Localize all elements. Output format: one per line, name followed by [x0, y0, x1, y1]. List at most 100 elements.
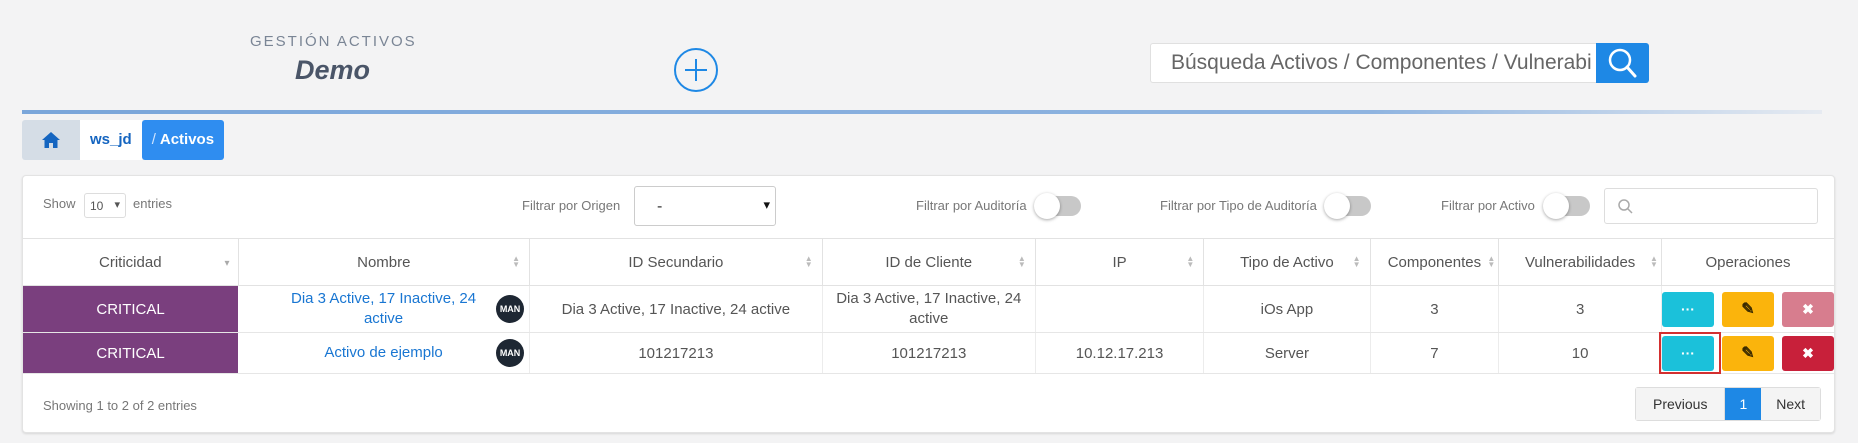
edit-icon: ✎: [1741, 300, 1755, 318]
sort-icon: ▲ ▼: [1352, 254, 1361, 269]
col-label: Criticidad: [99, 253, 162, 271]
toggle-knob: [1543, 193, 1569, 219]
breadcrumb-separator: /: [151, 131, 156, 148]
components-cell: 7: [1370, 332, 1500, 374]
pagination: Previous 1 Next: [1635, 387, 1822, 421]
col-criticidad[interactable]: Criticidad ▾: [23, 238, 239, 286]
name-cell: Activo de ejemplo MAN: [238, 332, 531, 374]
criticality-cell: CRITICAL: [23, 285, 239, 333]
breadcrumb: ws_jd / Activos: [22, 120, 225, 160]
search-icon: [1608, 48, 1637, 78]
header: GESTIÓN ACTIVOS Demo: [0, 0, 1858, 114]
breadcrumb-workspace[interactable]: ws_jd: [80, 120, 142, 160]
col-label: ID Secundario: [628, 253, 724, 271]
col-componentes[interactable]: Componentes ▲ ▼: [1370, 238, 1500, 286]
components-cell: 3: [1370, 285, 1500, 333]
vulnerabilities-cell: 10: [1498, 332, 1662, 374]
more-icon: ···: [1680, 300, 1695, 317]
show-label: Show: [43, 196, 76, 211]
ip-cell: 10.12.17.213: [1035, 332, 1205, 374]
col-vulnerabilidades[interactable]: Vulnerabilidades ▲ ▼: [1498, 238, 1662, 286]
col-label: Operaciones: [1705, 253, 1791, 271]
view-button[interactable]: ···: [1658, 331, 1721, 374]
col-label: Vulnerabilidades: [1524, 253, 1636, 271]
origin-filter-label: Filtrar por Origen: [522, 198, 621, 213]
magnifier-icon: [1618, 199, 1633, 214]
table-header-row: Criticidad ▾ Nombre ▲ ▼ ID Secundario ▲ ▼ ID …: [23, 238, 1834, 286]
breadcrumb-current-label: Activos: [159, 131, 215, 148]
sort-icon: ▲ ▼: [1487, 254, 1496, 269]
sort-icon: ▲ ▼: [1650, 254, 1658, 269]
delete-icon: ✖: [1802, 344, 1814, 361]
edit-button[interactable]: ✎: [1721, 291, 1774, 327]
operations-cell: ··· ✎ ✖: [1661, 285, 1834, 333]
audit-filter-label: Filtrar por Auditoría: [916, 198, 1027, 213]
avatar: MAN: [496, 339, 525, 367]
sort-icon: ▲ ▼: [1017, 254, 1026, 269]
secondary-id-cell: Dia 3 Active, 17 Inactive, 24 active: [529, 285, 823, 333]
sort-icon: ▲ ▼: [804, 254, 813, 269]
table-filter-input[interactable]: [1604, 188, 1818, 224]
focus-highlight: [1658, 331, 1721, 374]
active-filter-toggle[interactable]: [1543, 193, 1590, 219]
app-title[interactable]: Demo: [295, 55, 370, 86]
origin-filter-value: -: [657, 198, 663, 215]
edit-button[interactable]: ✎: [1721, 335, 1774, 371]
assets-card: Show 10 entries Filtrar por Origen - Fil…: [22, 175, 1835, 433]
page-length-select[interactable]: 10: [84, 193, 126, 218]
ip-cell: [1035, 285, 1205, 333]
add-asset-button[interactable]: [674, 48, 718, 92]
audit-type-filter-label: Filtrar por Tipo de Auditoría: [1160, 198, 1317, 213]
audit-filter-toggle[interactable]: [1034, 193, 1081, 219]
col-id-cliente[interactable]: ID de Cliente ▲ ▼: [822, 238, 1036, 286]
sort-icon: ▲ ▼: [512, 254, 521, 269]
page-length-value: 10: [90, 199, 104, 213]
col-ip[interactable]: IP ▲ ▼: [1035, 238, 1205, 286]
table-info: Showing 1 to 2 of 2 entries: [43, 398, 197, 413]
col-label: Componentes: [1387, 253, 1482, 271]
active-filter-label: Filtrar por Activo: [1441, 198, 1535, 213]
toggle-knob: [1324, 193, 1350, 219]
asset-type-cell: Server: [1203, 332, 1371, 374]
col-tipo-activo[interactable]: Tipo de Activo ▲ ▼: [1203, 238, 1371, 286]
origin-filter-select[interactable]: -: [634, 186, 776, 226]
assets-table: Criticidad ▾ Nombre ▲ ▼ ID Secundario ▲ ▼ ID …: [23, 238, 1834, 374]
search-input[interactable]: [1151, 44, 1591, 82]
asset-name-link[interactable]: Activo de ejemplo: [324, 343, 442, 363]
delete-icon: ✖: [1802, 300, 1814, 317]
operations-cell: ··· ✎ ✖: [1658, 331, 1834, 374]
client-id-cell: Dia 3 Active, 17 Inactive, 24 active: [822, 285, 1036, 333]
col-nombre[interactable]: Nombre ▲ ▼: [238, 238, 531, 286]
secondary-id-cell: 101217213: [529, 332, 823, 374]
name-cell: Dia 3 Active, 17 Inactive, 24 active MAN: [238, 285, 531, 333]
home-icon: [42, 132, 60, 148]
app-subtitle: GESTIÓN ACTIVOS: [250, 33, 417, 50]
edit-icon: ✎: [1741, 344, 1755, 362]
entries-label: entries: [133, 196, 173, 211]
col-label: Nombre: [357, 253, 411, 271]
sort-desc-icon: ▾: [224, 258, 230, 269]
search-button[interactable]: [1596, 43, 1649, 83]
col-label: IP: [1112, 253, 1127, 271]
page-1-button[interactable]: 1: [1725, 388, 1762, 420]
table-row: CRITICAL Activo de ejemplo MAN 101217213 …: [23, 331, 1834, 374]
client-id-text: Dia 3 Active, 17 Inactive, 24 active: [836, 290, 1022, 327]
col-operaciones: Operaciones: [1661, 238, 1834, 286]
delete-button[interactable]: ✖: [1781, 291, 1834, 327]
audit-type-filter-toggle[interactable]: [1324, 193, 1371, 219]
table-row: CRITICAL Dia 3 Active, 17 Inactive, 24 a…: [23, 285, 1834, 333]
view-button[interactable]: ···: [1661, 291, 1714, 327]
previous-button[interactable]: Previous: [1636, 388, 1726, 420]
delete-button[interactable]: ✖: [1781, 335, 1834, 371]
toggle-knob: [1034, 193, 1060, 219]
breadcrumb-home[interactable]: [22, 120, 80, 160]
col-id-secundario[interactable]: ID Secundario ▲ ▼: [529, 238, 823, 286]
global-search: [1150, 43, 1598, 83]
col-label: ID de Cliente: [885, 253, 973, 271]
asset-type-cell: iOs App: [1203, 285, 1371, 333]
breadcrumb-current: / Activos: [141, 120, 225, 160]
asset-name-link[interactable]: Dia 3 Active, 17 Inactive, 24 active: [284, 289, 484, 329]
criticality-cell: CRITICAL: [23, 332, 239, 374]
next-button[interactable]: Next: [1761, 388, 1821, 420]
sort-icon: ▲ ▼: [1186, 254, 1195, 269]
